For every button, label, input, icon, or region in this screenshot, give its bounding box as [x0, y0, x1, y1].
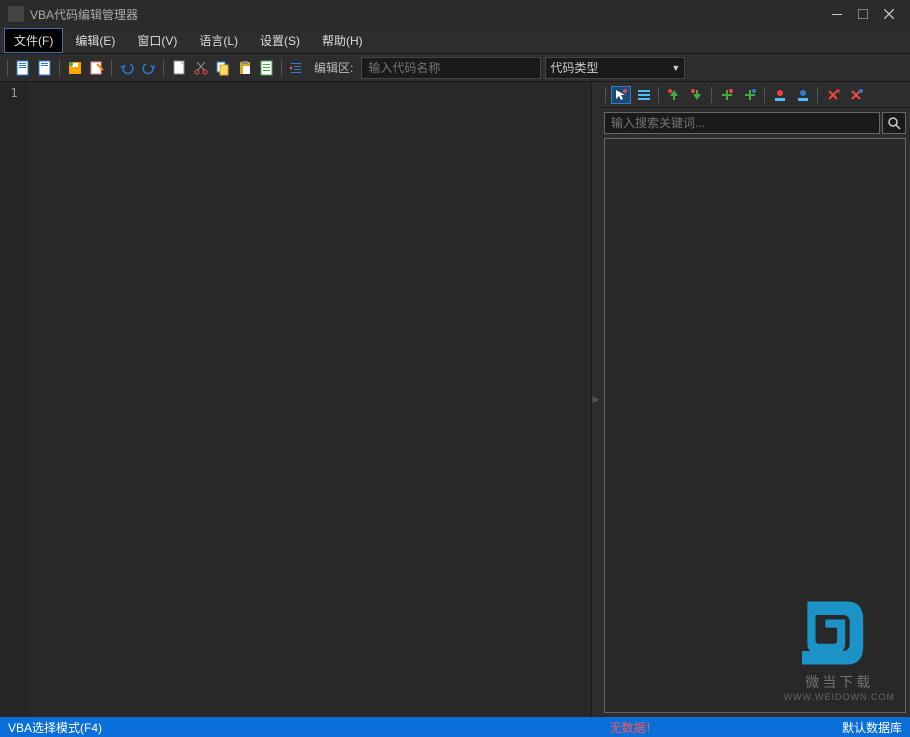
close-button[interactable]: [876, 4, 902, 24]
cursor-mode-icon[interactable]: [611, 86, 631, 104]
node-red-icon[interactable]: [770, 86, 790, 104]
toolbar-grip: [604, 85, 608, 105]
new-doc-icon[interactable]: [170, 59, 188, 77]
watermark-logo-icon: [784, 588, 874, 678]
code-type-select[interactable]: 代码类型 ▼: [545, 57, 685, 79]
sep: [162, 58, 166, 78]
status-db: 默认数据库: [842, 719, 902, 736]
sep: [816, 85, 820, 105]
save-icon[interactable]: [66, 59, 84, 77]
code-name-input[interactable]: [361, 57, 541, 79]
splitter[interactable]: [592, 82, 600, 717]
status-center: 无数据！: [425, 719, 842, 736]
menu-edit[interactable]: 编辑(E): [65, 28, 125, 53]
search-row: [600, 108, 910, 138]
side-panel: 微当下载 WWW.WEIDOWN.COM: [600, 82, 910, 717]
redo-icon[interactable]: [140, 59, 158, 77]
code-area[interactable]: [28, 82, 591, 717]
add-blue-icon[interactable]: [740, 86, 760, 104]
titlebar: VBA代码编辑管理器: [0, 0, 910, 28]
watermark: 微当下载 WWW.WEIDOWN.COM: [784, 588, 895, 702]
sep: [710, 85, 714, 105]
main-area: 1: [0, 82, 910, 717]
menubar: 文件(F) 编辑(E) 窗口(V) 语言(L) 设置(S) 帮助(H): [0, 28, 910, 54]
delete-red-icon[interactable]: [823, 86, 843, 104]
minimize-button[interactable]: [824, 4, 850, 24]
search-input[interactable]: [604, 112, 880, 134]
line-number: 1: [0, 86, 28, 100]
sep: [763, 85, 767, 105]
undo-icon[interactable]: [118, 59, 136, 77]
search-button[interactable]: [882, 112, 906, 134]
paste-icon[interactable]: [236, 59, 254, 77]
sep: [110, 58, 114, 78]
watermark-text: 微当下载: [784, 672, 895, 692]
sep: [657, 85, 661, 105]
editor-pane: 1: [0, 82, 592, 717]
maximize-button[interactable]: [850, 4, 876, 24]
menu-window[interactable]: 窗口(V): [127, 28, 187, 53]
copy-icon[interactable]: [214, 59, 232, 77]
node-blue-icon[interactable]: [793, 86, 813, 104]
side-toolbar: [600, 82, 910, 108]
toolbar-grip: [6, 58, 10, 78]
move-up-icon[interactable]: [664, 86, 684, 104]
line-gutter: 1: [0, 82, 28, 717]
open-file-icon[interactable]: [36, 59, 54, 77]
window-title: VBA代码编辑管理器: [30, 6, 824, 23]
menu-settings[interactable]: 设置(S): [250, 28, 310, 53]
main-toolbar: 编辑区: 代码类型 ▼: [0, 54, 910, 82]
cut-icon[interactable]: [192, 59, 210, 77]
statusbar: VBA选择模式(F4) 无数据！ 默认数据库: [0, 717, 910, 737]
app-icon: [8, 6, 24, 22]
list-view-icon[interactable]: [634, 86, 654, 104]
edit-area-label: 编辑区:: [310, 59, 357, 76]
add-red-icon[interactable]: [717, 86, 737, 104]
menu-help[interactable]: 帮助(H): [312, 28, 373, 53]
indent-icon[interactable]: [288, 59, 306, 77]
move-down-icon[interactable]: [687, 86, 707, 104]
status-mode: VBA选择模式(F4): [8, 719, 425, 736]
dropdown-arrow-icon: ▼: [671, 63, 680, 73]
watermark-url: WWW.WEIDOWN.COM: [784, 692, 895, 702]
delete-blue-icon[interactable]: [846, 86, 866, 104]
new-file-icon[interactable]: [14, 59, 32, 77]
menu-file[interactable]: 文件(F): [4, 28, 63, 53]
sep: [58, 58, 62, 78]
sep: [280, 58, 284, 78]
tree-panel[interactable]: 微当下载 WWW.WEIDOWN.COM: [604, 138, 906, 713]
code-type-value: 代码类型: [550, 59, 598, 76]
menu-language[interactable]: 语言(L): [189, 28, 248, 53]
list-icon[interactable]: [258, 59, 276, 77]
edit-icon[interactable]: [88, 59, 106, 77]
